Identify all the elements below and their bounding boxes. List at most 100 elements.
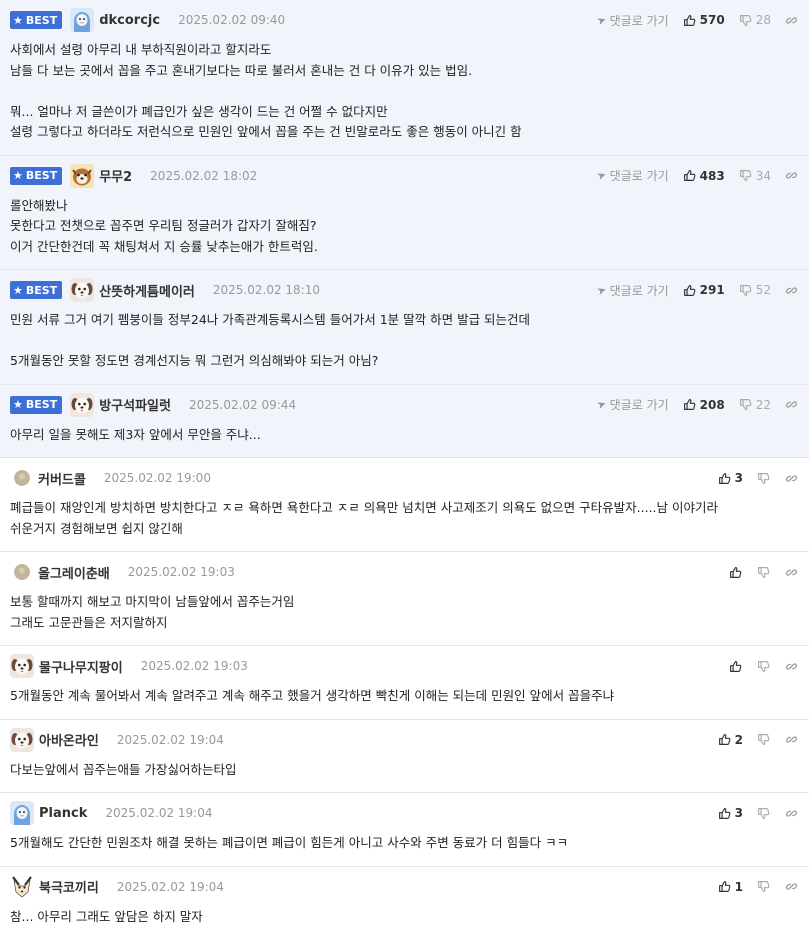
comment-item: 아바온라인 2025.02.02 19:04 2 다보는앞에서 꼽주는애들 가장싫어하… — [0, 720, 809, 793]
comment-list: ★ BEST dkcorcjc 2025.02.02 09:40 ➤ 댓글로 가기 570 2… — [0, 0, 809, 929]
comment-item: ★ BEST 산뜻하게틈메이러 2025.02.02 18:10 ➤ 댓글로 가기 291 5… — [0, 270, 809, 385]
like-button[interactable]: 3 — [718, 471, 743, 485]
puppy-icon[interactable] — [10, 654, 34, 678]
comment-actions: 2 — [718, 728, 799, 752]
puppy-icon[interactable] — [70, 278, 95, 302]
thumbs-up-icon — [718, 472, 731, 485]
author-nickname[interactable]: 커버드콜 — [38, 469, 86, 488]
comment-date: 2025.02.02 19:04 — [105, 806, 213, 820]
link-icon[interactable] — [785, 733, 799, 746]
author-nickname[interactable]: 물구나무지팡이 — [39, 657, 123, 676]
comment-header: ★ BEST dkcorcjc 2025.02.02 09:40 ➤ 댓글로 가기 570 2… — [10, 8, 799, 32]
thumbs-up-icon — [683, 169, 696, 182]
dislike-button[interactable] — [757, 472, 771, 485]
like-button[interactable]: 483 — [683, 169, 725, 183]
author-nickname[interactable]: 아바온라인 — [39, 730, 99, 749]
comment-text-line: 이거 간단한건데 꼭 채팅쳐서 지 승률 낮추는애가 한트럭임. — [10, 238, 318, 254]
like-button[interactable]: 2 — [718, 733, 743, 747]
link-icon[interactable] — [785, 807, 799, 820]
comment-item: ★ BEST 방구석파일럿 2025.02.02 09:44 ➤ 댓글로 가기 208 22 아… — [0, 384, 809, 458]
comment-date: 2025.02.02 18:10 — [212, 283, 320, 297]
link-icon[interactable] — [785, 14, 799, 27]
dislike-button[interactable]: 52 — [739, 283, 771, 297]
thumbs-down-icon — [739, 398, 752, 411]
like-button[interactable]: 208 — [683, 398, 725, 412]
like-button[interactable]: 3 — [718, 806, 743, 820]
dislike-button[interactable] — [757, 660, 771, 673]
comment-body: 5개월동안 계속 물어봐서 계속 알려주고 계속 해주고 했을거 생각하면 빡친… — [10, 678, 799, 719]
thumbs-down-icon — [757, 472, 770, 485]
dislike-button[interactable] — [757, 566, 771, 579]
author-nickname[interactable]: 올그레이춘배 — [38, 563, 110, 582]
thumbs-up-icon — [718, 733, 731, 746]
link-icon[interactable] — [785, 566, 799, 579]
like-button[interactable] — [729, 566, 743, 579]
link-icon[interactable] — [785, 472, 799, 485]
thumbs-down-icon — [739, 14, 752, 27]
best-badge: ★ BEST — [10, 281, 63, 299]
send-arrow-icon: ➤ — [595, 12, 609, 28]
comment-date: 2025.02.02 19:03 — [127, 565, 235, 579]
link-icon[interactable] — [785, 398, 799, 411]
dislike-button[interactable] — [757, 733, 771, 746]
comment-body: 아무리 일을 못해도 제3자 앞에서 무안을 주냐... — [10, 417, 799, 458]
like-button[interactable]: 291 — [683, 283, 725, 297]
author-nickname[interactable]: 무무2 — [99, 166, 132, 185]
comment-text-line: 롤안해봤나 — [10, 197, 68, 213]
thumbs-down-icon — [757, 566, 770, 579]
comment-date: 2025.02.02 18:02 — [150, 168, 258, 183]
dislike-button[interactable]: 34 — [739, 169, 771, 183]
like-button[interactable] — [729, 660, 743, 673]
dislike-button[interactable] — [757, 807, 771, 820]
author-nickname[interactable]: dkcorcjc — [99, 13, 160, 28]
like-count: 483 — [699, 168, 725, 183]
default-avatar-icon[interactable] — [14, 470, 30, 486]
author-nickname[interactable]: 산뜻하게틈메이러 — [99, 281, 195, 300]
comment-header: ★ BEST 산뜻하게틈메이러 2025.02.02 18:10 ➤ 댓글로 가기 291 5… — [10, 278, 799, 302]
like-count: 570 — [699, 13, 725, 27]
comment-text-line: 설령 그렇다고 하더라도 저런식으로 민원인 앞에서 꼽을 주는 건 빈말로라도… — [10, 124, 522, 139]
comment-header: 올그레이춘배 2025.02.02 19:03 — [10, 560, 799, 584]
comment-body: 폐급들이 재앙인게 방치하면 방치한다고 ㅈㄹ 욕하면 욕한다고 ㅈㄹ 의욕만 … — [10, 490, 799, 551]
comment-actions: 3 — [718, 801, 799, 825]
dislike-button[interactable]: 28 — [739, 13, 771, 27]
go-to-comment-link[interactable]: ➤ 댓글로 가기 — [595, 12, 668, 29]
comment-body: 롤안해봤나 못한다고 전챗으로 꼽주면 우리팀 정글러가 갑자기 잘해짐? 이거 간… — [10, 188, 799, 270]
dog-icon[interactable] — [70, 163, 95, 188]
link-icon[interactable] — [785, 660, 799, 673]
blue-character-icon[interactable] — [10, 801, 34, 825]
blue-character-icon[interactable] — [70, 8, 95, 32]
default-avatar-icon[interactable] — [14, 564, 30, 580]
link-icon[interactable] — [785, 284, 799, 297]
author-nickname[interactable]: Planck — [39, 806, 87, 821]
dislike-button[interactable]: 22 — [739, 398, 771, 412]
fox-icon[interactable] — [10, 874, 34, 899]
go-to-comment-link[interactable]: ➤ 댓글로 가기 — [595, 167, 668, 184]
like-count: 3 — [734, 471, 743, 485]
comment-date: 2025.02.02 09:44 — [188, 397, 297, 412]
comment-text-line — [10, 331, 799, 352]
thumbs-up-icon — [729, 566, 742, 579]
comment-actions: 1 — [718, 875, 799, 899]
like-button[interactable]: 570 — [683, 13, 725, 27]
author-nickname[interactable]: 방구석파일럿 — [99, 395, 171, 414]
send-arrow-icon: ➤ — [595, 396, 609, 413]
star-icon: ★ — [13, 398, 23, 411]
thumbs-up-icon — [729, 660, 742, 673]
go-to-comment-link[interactable]: ➤ 댓글로 가기 — [595, 282, 668, 299]
send-arrow-icon: ➤ — [595, 282, 609, 298]
star-icon: ★ — [13, 283, 23, 297]
like-button[interactable]: 1 — [718, 880, 743, 894]
comment-body: 사회에서 설령 아무리 내 부하직원이라고 할지라도 남들 다 보는 곳에서 꼽을… — [10, 32, 799, 155]
comment-header: 아바온라인 2025.02.02 19:04 2 — [10, 727, 799, 752]
dislike-button[interactable] — [757, 880, 771, 893]
best-badge-label: BEST — [25, 169, 58, 182]
go-to-comment-link[interactable]: ➤ 댓글로 가기 — [595, 396, 668, 413]
best-badge: ★ BEST — [10, 395, 63, 414]
puppy-icon[interactable] — [10, 727, 34, 752]
link-icon[interactable] — [785, 880, 799, 893]
puppy-icon[interactable] — [70, 392, 95, 417]
author-nickname[interactable]: 북극코끼리 — [39, 877, 99, 896]
comment-item: 북극코끼리 2025.02.02 19:04 1 참... 아무리 그래도 앞담은 하… — [0, 867, 809, 929]
link-icon[interactable] — [785, 169, 799, 182]
